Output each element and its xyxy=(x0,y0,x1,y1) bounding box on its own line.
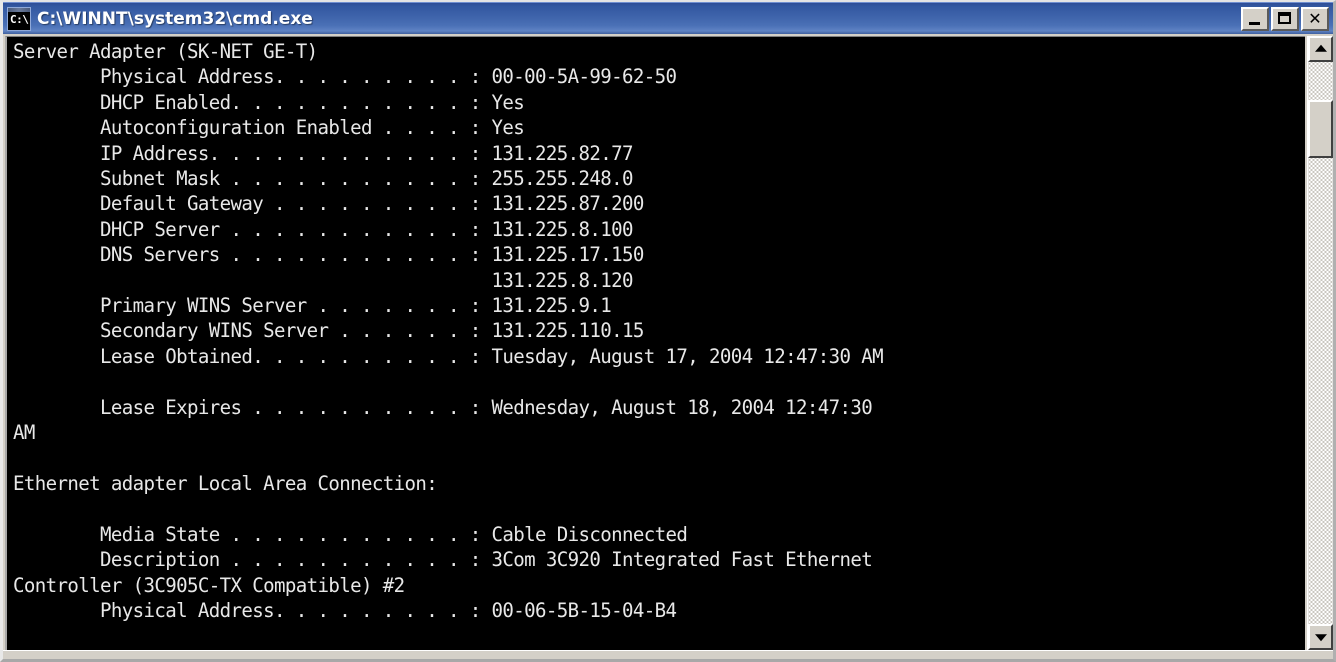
console-line: Lease Obtained. . . . . . . . . . : Tues… xyxy=(13,344,884,368)
console-line: Subnet Mask . . . . . . . . . . . : 255.… xyxy=(13,167,634,191)
console-output[interactable]: Server Adapter (SK-NET GE-T) Physical Ad… xyxy=(7,37,1305,650)
scroll-down-button[interactable] xyxy=(1308,624,1333,650)
console-line: Controller (3C905C-TX Compatible) #2 xyxy=(13,573,405,597)
console-line: Default Gateway . . . . . . . . . : 131.… xyxy=(13,192,644,216)
cmd-window: C:\ C:\WINNT\system32\cmd.exe ✕ Server A… xyxy=(0,0,1336,662)
console-viewport[interactable]: Server Adapter (SK-NET GE-T) Physical Ad… xyxy=(5,36,1305,650)
window-title: C:\WINNT\system32\cmd.exe xyxy=(37,8,313,29)
scrollbar-track[interactable] xyxy=(1308,62,1333,624)
console-line: Ethernet adapter Local Area Connection: xyxy=(13,471,438,495)
close-button[interactable]: ✕ xyxy=(1301,6,1329,31)
window-bottom-edge xyxy=(3,650,1333,659)
console-line: Physical Address. . . . . . . . . : 00-0… xyxy=(13,65,677,89)
console-line: Server Adapter (SK-NET GE-T) xyxy=(13,40,318,63)
maximize-button[interactable] xyxy=(1271,6,1299,31)
console-prompt-line: U:\> xyxy=(13,649,1305,651)
console-line: Secondary WINS Server . . . . . . : 131.… xyxy=(13,319,644,343)
console-line: Autoconfiguration Enabled . . . . : Yes xyxy=(13,116,525,140)
console-line: Media State . . . . . . . . . . . : Cabl… xyxy=(13,522,688,546)
scrollbar-thumb[interactable] xyxy=(1308,100,1333,158)
console-line: DHCP Server . . . . . . . . . . . : 131.… xyxy=(13,217,634,241)
cmd-icon: C:\ xyxy=(7,6,31,31)
cmd-icon-label: C:\ xyxy=(10,12,29,26)
console-line: 131.225.8.120 xyxy=(13,268,634,292)
chevron-down-icon xyxy=(1314,634,1327,642)
window-controls: ✕ xyxy=(1241,6,1329,31)
chevron-up-icon xyxy=(1314,44,1327,52)
console-line: DHCP Enabled. . . . . . . . . . . : Yes xyxy=(13,90,525,114)
vertical-scrollbar[interactable] xyxy=(1307,36,1333,650)
console-line: IP Address. . . . . . . . . . . . : 131.… xyxy=(13,141,634,165)
minimize-icon xyxy=(1249,21,1260,25)
window-client-area: Server Adapter (SK-NET GE-T) Physical Ad… xyxy=(3,34,1333,650)
scroll-up-button[interactable] xyxy=(1308,36,1333,62)
console-line: Lease Expires . . . . . . . . . . : Wedn… xyxy=(13,395,873,419)
title-bar[interactable]: C:\ C:\WINNT\system32\cmd.exe ✕ xyxy=(3,2,1333,34)
console-line: Primary WINS Server . . . . . . . : 131.… xyxy=(13,294,612,318)
console-line: Description . . . . . . . . . . . : 3Com… xyxy=(13,548,873,572)
close-icon: ✕ xyxy=(1308,8,1322,28)
console-line: Physical Address. . . . . . . . . : 00-0… xyxy=(13,598,677,622)
maximize-icon xyxy=(1278,11,1291,24)
console-line: DNS Servers . . . . . . . . . . . : 131.… xyxy=(13,243,644,267)
minimize-button[interactable] xyxy=(1241,6,1269,31)
console-line: AM xyxy=(13,421,35,445)
